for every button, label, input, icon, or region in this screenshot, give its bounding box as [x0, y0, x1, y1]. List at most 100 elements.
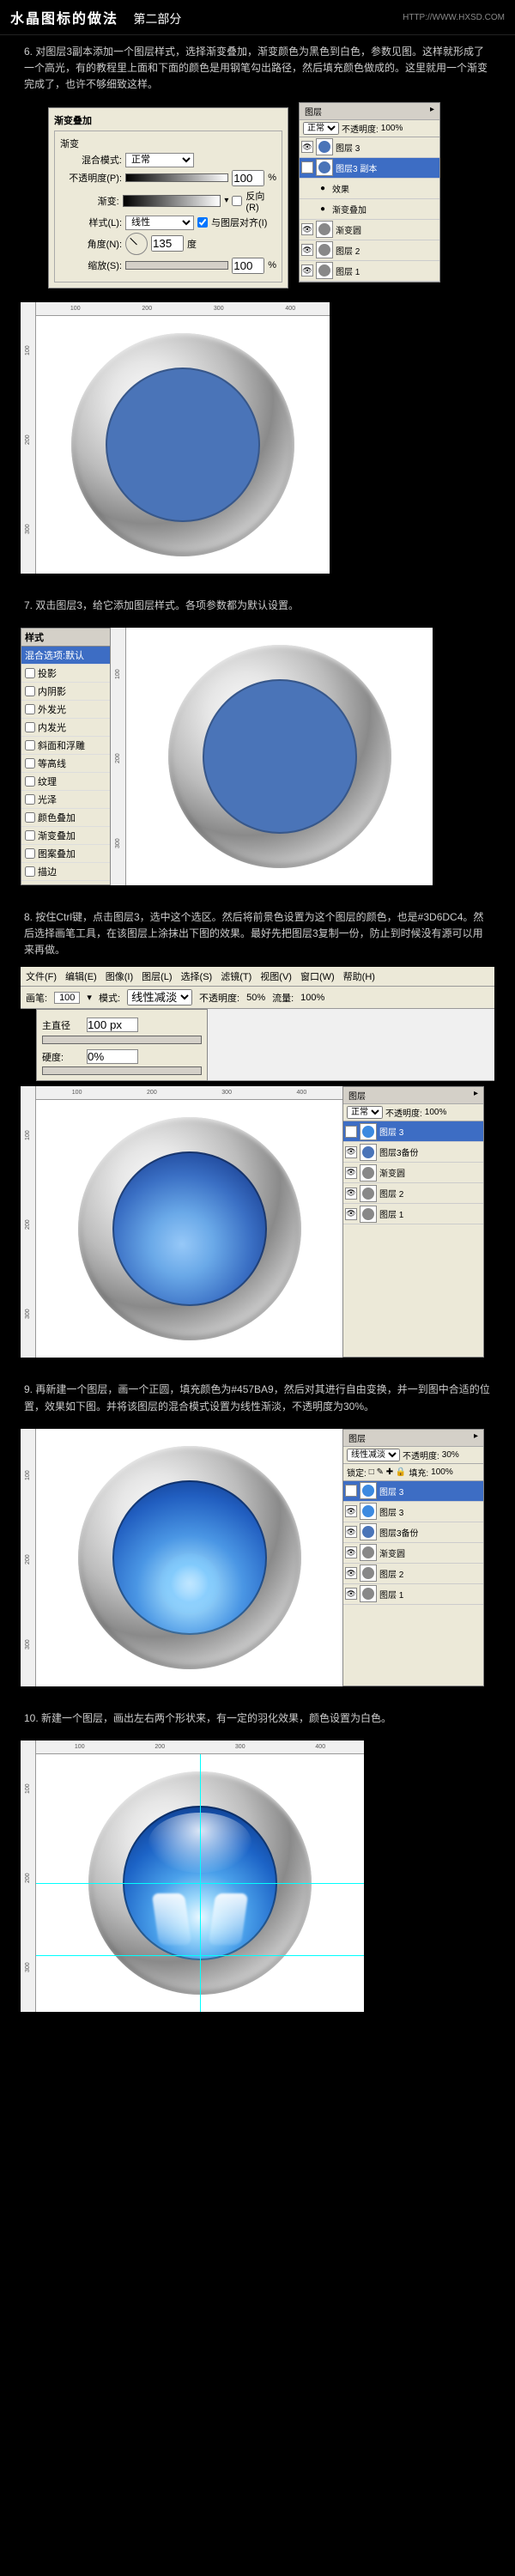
brush-diameter-input[interactable]: [87, 1018, 138, 1032]
inner-circle-flat: [106, 368, 260, 522]
layers-panel-6: 图层▸ 正常不透明度:100% 👁图层 3👁图层3 副本●效果●渐变叠加👁渐变圆…: [299, 102, 440, 283]
gradient-overlay-dialog: 渐变叠加 渐变 混合模式:正常 不透明度(P):% 渐变:▾反向(R) 样式(L…: [48, 107, 288, 289]
ruler-v: 100200300: [111, 628, 126, 885]
style-item[interactable]: 等高线: [21, 755, 110, 773]
style-item[interactable]: 投影: [21, 665, 110, 683]
layer-row[interactable]: 👁图层 3: [343, 1121, 483, 1142]
layer-row[interactable]: 👁图层 2: [300, 240, 439, 261]
layer-row[interactable]: 👁图层3 副本: [300, 158, 439, 179]
ruler-v: 100200300: [21, 302, 36, 574]
gradient-preview[interactable]: [123, 195, 221, 207]
style-item[interactable]: 斜面和浮雕: [21, 737, 110, 755]
hardness-slider[interactable]: [42, 1066, 202, 1075]
visibility-icon[interactable]: 👁: [301, 264, 313, 276]
source-url: HTTP://WWW.HXSD.COM: [403, 13, 505, 22]
menu-item[interactable]: 窗口(W): [300, 969, 335, 983]
page-title: 水晶图标的做法: [10, 12, 118, 27]
layer-row[interactable]: 👁图层 2: [343, 1564, 483, 1584]
right-reflection: [209, 1893, 248, 1945]
layer-row[interactable]: ●效果: [300, 179, 439, 199]
visibility-icon[interactable]: 👁: [345, 1546, 357, 1558]
style-select[interactable]: 线性: [125, 216, 194, 230]
scale-input[interactable]: [232, 258, 264, 274]
panel-menu-icon[interactable]: ▸: [430, 105, 434, 118]
layer-row[interactable]: 👁渐变圆: [300, 220, 439, 240]
style-item[interactable]: 内阴影: [21, 683, 110, 701]
visibility-icon[interactable]: 👁: [345, 1588, 357, 1600]
visibility-icon[interactable]: 👁: [345, 1126, 357, 1138]
opacity-slider[interactable]: [125, 173, 228, 182]
style-item[interactable]: 内发光: [21, 719, 110, 737]
brush-toolbar: 画笔: 100▾ 模式: 线性减淡 不透明度:50% 流量:100%: [21, 987, 494, 1009]
layer-row[interactable]: 👁图层3备份: [343, 1142, 483, 1163]
scale-slider[interactable]: [125, 261, 228, 270]
visibility-icon[interactable]: 👁: [345, 1208, 357, 1220]
angle-dial[interactable]: [125, 233, 148, 255]
layer-row[interactable]: 👁图层 3: [300, 137, 439, 158]
menu-item[interactable]: 文件(F): [26, 969, 57, 983]
visibility-icon[interactable]: 👁: [301, 223, 313, 235]
dlg-sub: 渐变: [60, 137, 276, 150]
visibility-icon[interactable]: 👁: [345, 1567, 357, 1579]
visibility-icon[interactable]: 👁: [301, 161, 313, 173]
step10-text: 10. 新建一个图层，画出左右两个形状来，有一定的羽化效果，颜色设置为白色。: [0, 1702, 515, 1735]
style-item[interactable]: 混合选项:默认: [21, 647, 110, 665]
highlight-spot: [160, 1553, 220, 1613]
menu-item[interactable]: 图层(L): [142, 969, 172, 983]
menu-item[interactable]: 视图(V): [260, 969, 292, 983]
align-check[interactable]: [197, 217, 208, 228]
style-item[interactable]: 外发光: [21, 701, 110, 719]
layer-row[interactable]: 👁图层3备份: [343, 1522, 483, 1543]
menubar: 文件(F) 编辑(E) 图像(I) 图层(L) 选择(S) 滤镜(T) 视图(V) 窗口(W)…: [21, 967, 494, 987]
blend-mode-select[interactable]: 正常: [125, 153, 194, 167]
style-item[interactable]: 描边: [21, 863, 110, 881]
style-item[interactable]: 颜色叠加: [21, 809, 110, 827]
style-item[interactable]: 光泽: [21, 791, 110, 809]
diameter-slider[interactable]: [42, 1036, 202, 1044]
layer-row[interactable]: 👁渐变圆: [343, 1543, 483, 1564]
menu-item[interactable]: 滤镜(T): [221, 969, 251, 983]
style-item[interactable]: 纹理: [21, 773, 110, 791]
layer-row[interactable]: 👁渐变圆: [343, 1163, 483, 1183]
reverse-check[interactable]: [232, 196, 242, 206]
ruler-h: 100200300400: [36, 302, 330, 316]
brush-size-btn[interactable]: 100: [54, 992, 80, 1004]
menu-item[interactable]: 帮助(H): [343, 969, 375, 983]
layer-row[interactable]: 👁图层 2: [343, 1183, 483, 1204]
style-item[interactable]: 渐变叠加: [21, 827, 110, 845]
dlg-title: 渐变叠加: [54, 113, 282, 127]
layers-panel-8: 图层▸ 正常不透明度:100% 👁图层 3👁图层3备份👁渐变圆👁图层 2👁图层 …: [342, 1086, 484, 1358]
opacity-input[interactable]: [232, 170, 264, 186]
visibility-icon[interactable]: 👁: [301, 244, 313, 256]
layer-row[interactable]: 👁图层 3: [343, 1481, 483, 1502]
visibility-icon[interactable]: 👁: [345, 1188, 357, 1200]
visibility-icon[interactable]: 👁: [301, 141, 313, 153]
step6-figure: 100200300 100200300400: [21, 302, 330, 574]
left-reflection: [152, 1893, 191, 1945]
layers-panel-9: 图层▸ 线性减淡不透明度:30% 锁定:□ ✎ ✚ 🔒填充:100% 👁图层 3…: [342, 1429, 484, 1686]
menu-item[interactable]: 图像(I): [106, 969, 133, 983]
layer-row[interactable]: 👁图层 1: [300, 261, 439, 282]
visibility-icon[interactable]: 👁: [345, 1505, 357, 1517]
page-part: 第二部分: [133, 12, 181, 26]
step6-text: 6. 对图层3副本添加一个图层样式，选择渐变叠加，渐变颜色为黑色到白色，参数见图…: [0, 35, 515, 102]
layer-row[interactable]: 👁图层 1: [343, 1584, 483, 1605]
visibility-icon[interactable]: 👁: [345, 1146, 357, 1158]
visibility-icon[interactable]: 👁: [345, 1485, 357, 1497]
visibility-icon[interactable]: 👁: [345, 1526, 357, 1538]
layer-row[interactable]: ●渐变叠加: [300, 199, 439, 220]
layer-style-list: 样式 混合选项:默认投影内阴影外发光内发光斜面和浮雕等高线纹理光泽颜色叠加渐变叠…: [21, 628, 111, 885]
style-item[interactable]: 图案叠加: [21, 845, 110, 863]
layer-row[interactable]: 👁图层 1: [343, 1204, 483, 1224]
menu-item[interactable]: 编辑(E): [65, 969, 97, 983]
brush-hardness-input[interactable]: [87, 1049, 138, 1064]
step7-figure: 样式 混合选项:默认投影内阴影外发光内发光斜面和浮雕等高线纹理光泽颜色叠加渐变叠…: [21, 628, 433, 885]
guide-v: [200, 1754, 201, 2012]
menu-item[interactable]: 选择(S): [181, 969, 213, 983]
inner-circle-flat: [203, 679, 357, 834]
inner-circle-glow: [112, 1151, 267, 1306]
angle-input[interactable]: [151, 235, 184, 252]
visibility-icon[interactable]: 👁: [345, 1167, 357, 1179]
brush-mode-select[interactable]: 线性减淡: [127, 989, 192, 1005]
layer-row[interactable]: 👁图层 3: [343, 1502, 483, 1522]
